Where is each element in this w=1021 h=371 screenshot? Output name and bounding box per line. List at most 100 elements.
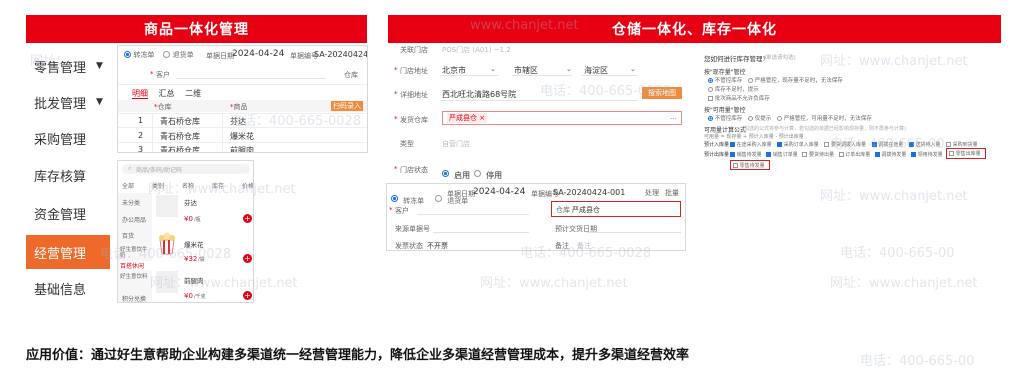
status-off-radio[interactable]: 停用 xyxy=(474,163,502,180)
checkbox-icon[interactable] xyxy=(708,96,713,101)
menu-item-label: 基础信息 xyxy=(34,282,87,298)
goods-unit: /千克 xyxy=(194,294,206,300)
inbound-options: 在途采购入库量 采购订单入库量 要货调拨入库量 调拨在途量 送货待入量 采购到货… xyxy=(730,141,978,148)
add-goods-icon[interactable]: + xyxy=(243,214,252,223)
row-goods[interactable]: 前腿肉 xyxy=(230,145,254,152)
goods-thumbnail xyxy=(156,195,178,217)
row-warehouse[interactable]: 青石桥仓库 xyxy=(160,145,200,152)
region-label: 门店地址 xyxy=(400,67,428,75)
add-goods-icon[interactable]: + xyxy=(243,291,252,300)
date-field[interactable]: 2024-04-24 xyxy=(473,187,525,197)
menu-item-label: 库存核算 xyxy=(34,169,87,185)
menu-item-label: 经营管理 xyxy=(34,246,87,262)
add-goods-icon[interactable]: + xyxy=(243,254,252,263)
radio-off-icon[interactable] xyxy=(708,87,713,92)
radio-on-icon xyxy=(124,51,131,58)
category-item[interactable]: 办公用品 xyxy=(122,215,146,224)
search-map-button[interactable]: 搜索地图 xyxy=(642,87,682,99)
filter-tab[interactable]: 类别 xyxy=(152,181,164,190)
outbound-options: 销售待发量 销售订单量 要货待出量 订单出库量 调拨待发量 领用待发量 xyxy=(730,151,943,158)
radio-off-icon[interactable] xyxy=(748,78,754,83)
store-form-panel: 关联门店 POS门店 (A01) ~1.2 * 门店地址 北京市 ⌄ 市辖区 ⌄… xyxy=(394,45,686,180)
category-item[interactable]: 积分兑换 xyxy=(122,294,146,302)
filter-tab[interactable]: 全部 xyxy=(122,181,134,190)
partner-label: 关联门店 xyxy=(400,46,428,54)
menu-item-wholesale[interactable]: 批发管理 ▼ xyxy=(26,85,114,119)
status-on-radio[interactable]: 启用 xyxy=(442,163,470,180)
close-icon[interactable]: × xyxy=(479,114,485,122)
category-item[interactable]: 未分类 xyxy=(122,198,140,207)
menu-item-inventory[interactable]: 库存核算 xyxy=(26,158,114,192)
category-item[interactable]: 好生意饮牛奶 xyxy=(120,247,152,259)
chevron-down-icon: ▼ xyxy=(96,61,103,71)
date-field[interactable]: 2024-04-24 xyxy=(232,49,284,59)
sales-order-panel: 转冻单 退货单 单据日期 2024-04-24 单据编号 SA-20240424… xyxy=(117,45,368,153)
inventory-settings-panel: 您如何进行库存管理? (单选请勾选) 按"现存量"管控 不管控库存 严格管控，现… xyxy=(700,45,1000,180)
available-control-group: 按"可用量"管控 xyxy=(704,107,746,114)
more-icon[interactable]: … xyxy=(670,113,677,121)
right-section-header: 仓储一体化、库存一体化 xyxy=(388,15,1001,43)
filter-tab[interactable]: 库存 xyxy=(212,181,224,190)
row-number: 3 xyxy=(138,145,144,153)
delivery-date-input[interactable] xyxy=(587,232,681,233)
menu-item-retail[interactable]: 零售管理 ▼ xyxy=(26,49,114,83)
radio-on-icon[interactable] xyxy=(708,116,713,121)
goods-unit: /瓶 xyxy=(194,217,201,223)
value-statement: 应用价值：通过好生意帮助企业构建多渠道统一经营管理能力，降低企业多渠道经营管理成… xyxy=(26,348,690,363)
menu-item-label: 资金管理 xyxy=(34,207,87,223)
tab-matrix[interactable]: 二维 xyxy=(185,89,201,98)
send-warehouse-input[interactable]: 严成县仓 × … xyxy=(442,111,682,125)
partner-value: POS门店 (A01) ~1.2 xyxy=(442,46,511,54)
radio-off-icon[interactable] xyxy=(748,116,754,121)
mobile-filter-tabs: 全部 类别 名称 库存 价格 xyxy=(122,181,253,190)
source-no-input[interactable] xyxy=(433,232,529,233)
customer-input[interactable] xyxy=(176,78,326,79)
retail-outbound-highlight[interactable]: 零售出库量 xyxy=(946,148,986,159)
goods-name: 爆米花 xyxy=(184,241,204,249)
filter-tab[interactable]: 价格 xyxy=(242,181,253,190)
tab-summary[interactable]: 汇总 xyxy=(159,89,175,98)
left-section-title: 商品一体化管理 xyxy=(144,22,249,38)
order-no-field[interactable]: SA-20240424-001 xyxy=(314,50,367,59)
warehouse-field[interactable]: 仓库 严成县仓 xyxy=(551,201,681,217)
menu-item-label: 批发管理 xyxy=(34,96,87,112)
tab-detail[interactable]: 明细 xyxy=(132,89,148,99)
mobile-search-input[interactable]: ⌕ 商品/条码/助记码 xyxy=(122,164,250,174)
radio-off-icon xyxy=(435,195,443,202)
order-no-field[interactable]: SA-20240424-001 xyxy=(553,188,625,197)
order-type-radio[interactable]: 转冻单 退货单 xyxy=(124,50,194,60)
formula-hint: (勾选的公式将参与计算，若勾选的单据已经影响现存量，则不再参与计算) xyxy=(742,126,906,132)
watermark: 网址：www.chanjet.net xyxy=(480,276,628,291)
top-right-option[interactable]: 处理 xyxy=(645,188,659,198)
watermark: 网址：www.chanjet.net xyxy=(830,276,978,291)
menu-item-operations[interactable]: 经营管理 xyxy=(26,235,110,269)
type-label: 类型 xyxy=(400,140,414,148)
category-item[interactable]: 百货 xyxy=(122,231,134,240)
category-item[interactable]: 好生意饮料 xyxy=(120,274,152,280)
top-right-option[interactable]: 批量 xyxy=(665,188,679,198)
goods-price: ¥0 xyxy=(184,215,193,223)
watermark: 电话：400-665-00 xyxy=(840,246,955,261)
radio-on-icon[interactable] xyxy=(708,78,713,83)
retail-pending-highlight[interactable]: 零售待发量 xyxy=(730,160,770,170)
menu-item-label: 零售管理 xyxy=(34,60,87,76)
filter-tab[interactable]: 名称 xyxy=(182,181,194,190)
menu-item-funds[interactable]: 资金管理 xyxy=(26,196,114,230)
menu-item-purchase[interactable]: 采购管理 xyxy=(26,121,114,155)
row-warehouse[interactable]: 青石桥仓库 xyxy=(160,116,200,127)
radio-off-icon[interactable] xyxy=(777,116,783,121)
goods-price: ¥0 xyxy=(184,292,193,300)
customer-input[interactable] xyxy=(417,214,529,215)
row-goods[interactable]: 爆米花 xyxy=(230,131,254,142)
row-warehouse[interactable]: 青石桥仓库 xyxy=(160,131,200,142)
row-goods[interactable]: 芬达 xyxy=(230,116,246,127)
address-input[interactable]: 西北旺北清路68号院 xyxy=(442,89,516,100)
category-item-active[interactable]: 百搭休闲 xyxy=(120,261,152,270)
remark-label: 备注 xyxy=(555,242,569,250)
chevron-down-icon: ▼ xyxy=(96,97,103,107)
invoice-select[interactable]: 不开票 xyxy=(427,241,448,250)
scan-import-button[interactable]: 扫码录入 xyxy=(331,101,363,111)
sidebar-menu: 零售管理 ▼ 批发管理 ▼ 采购管理 库存核算 资金管理 经营管理 基础信息 xyxy=(26,45,114,303)
menu-item-basic-info[interactable]: 基础信息 xyxy=(26,271,114,305)
remark-input[interactable]: 备注 xyxy=(577,241,591,250)
